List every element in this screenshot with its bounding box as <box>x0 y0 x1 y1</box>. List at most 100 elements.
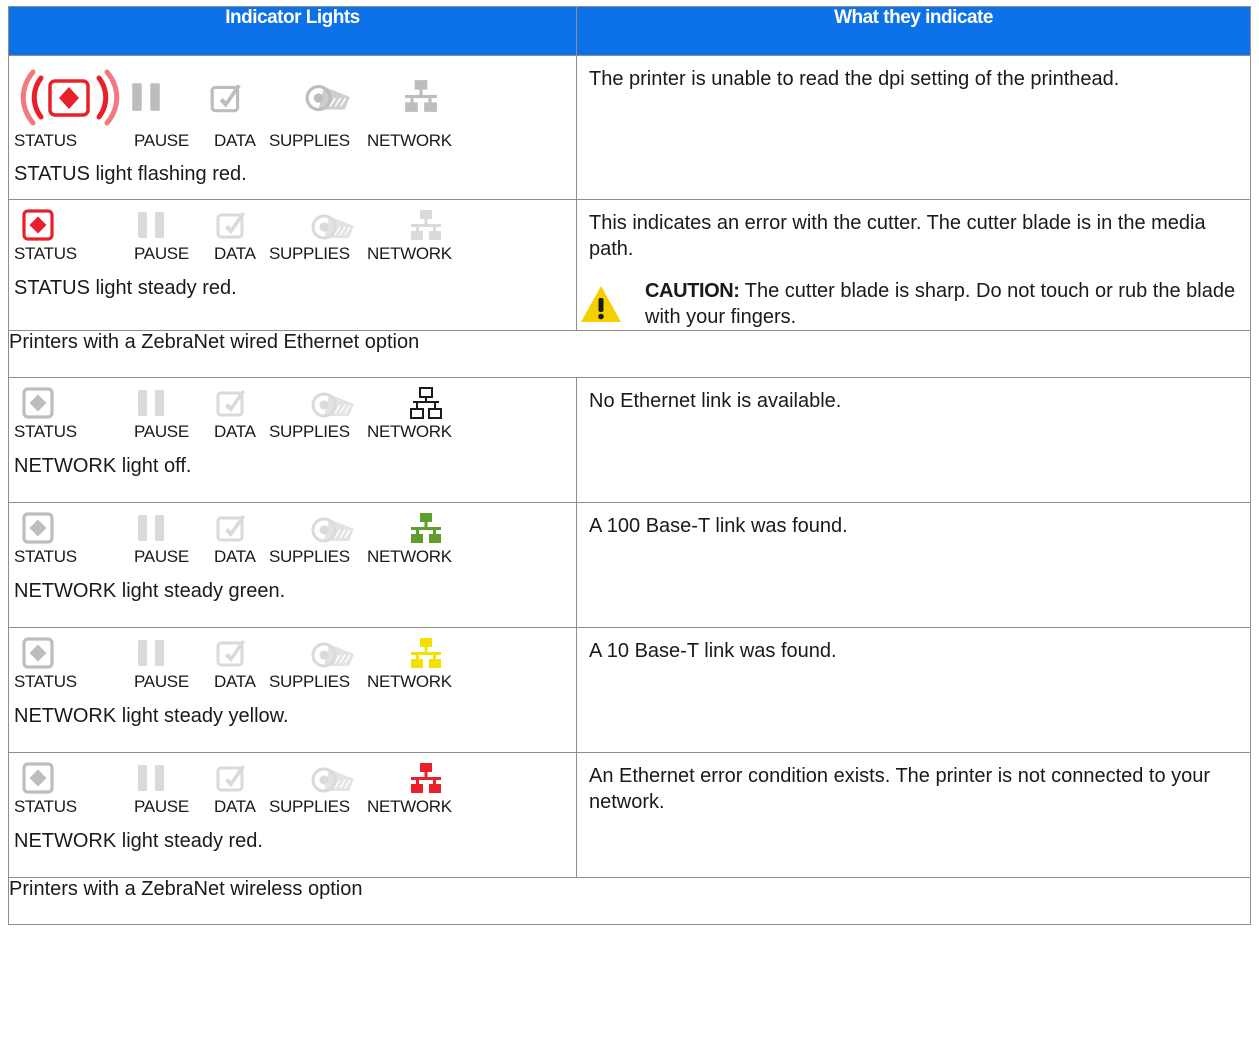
status-label: STATUS <box>14 422 77 441</box>
table-row: STATUS PAUSE DATA SUPPLIES NETWORK STATU… <box>8 55 1251 200</box>
network-label: NETWORK <box>367 244 452 263</box>
meaning-text: The printer is unable to read the dpi se… <box>589 68 1120 90</box>
table-row: STATUS PAUSE DATA SUPPLIES NETWORK STATU… <box>8 199 1251 331</box>
pause-icon <box>135 511 215 545</box>
network-label: NETWORK <box>367 422 452 441</box>
pause-icon <box>135 761 215 795</box>
indicator-cell: STATUS PAUSE DATA SUPPLIES NETWORK NETWO… <box>8 752 577 878</box>
network-label: NETWORK <box>367 131 452 150</box>
table-row: STATUS PAUSE DATA SUPPLIES NETWORK NETWO… <box>8 502 1251 628</box>
network-icon <box>409 511 443 545</box>
caution-text: CAUTION: The cutter blade is sharp. Do n… <box>645 280 1236 328</box>
meaning-cell: This indicates an error with the cutter.… <box>576 199 1251 331</box>
meaning-text: An Ethernet error condition exists. The … <box>589 765 1211 813</box>
light-description: NETWORK light steady red. <box>14 830 263 852</box>
meaning-text: A 10 Base-T link was found. <box>589 640 837 662</box>
pause-icon <box>129 66 209 129</box>
supplies-icon <box>311 386 409 420</box>
data-icon <box>215 208 311 242</box>
meaning-cell: No Ethernet link is available. <box>576 377 1251 503</box>
supplies-label: SUPPLIES <box>269 547 350 566</box>
section-heading: Printers with a ZebraNet wired Ethernet … <box>8 330 1251 378</box>
status-label: STATUS <box>14 797 77 816</box>
meaning-text: This indicates an error with the cutter.… <box>589 212 1206 260</box>
meaning-cell: An Ethernet error condition exists. The … <box>576 752 1251 878</box>
status-icon <box>15 208 135 242</box>
network-icon <box>409 208 443 242</box>
pause-icon <box>135 386 215 420</box>
indicator-lights-table: Indicator Lights What they indicate STAT… <box>8 6 1251 925</box>
status-label: STATUS <box>14 547 77 566</box>
pause-label: PAUSE <box>134 244 189 263</box>
status-label: STATUS <box>14 131 77 150</box>
pause-label: PAUSE <box>134 672 189 691</box>
section-row-wired: Printers with a ZebraNet wired Ethernet … <box>8 330 1251 378</box>
pause-icon <box>135 208 215 242</box>
network-icon <box>403 66 439 129</box>
data-icon <box>215 386 311 420</box>
table-row: STATUS PAUSE DATA SUPPLIES NETWORK NETWO… <box>8 752 1251 878</box>
indicator-cell: STATUS PAUSE DATA SUPPLIES NETWORK STATU… <box>8 55 577 200</box>
meaning-cell: The printer is unable to read the dpi se… <box>576 55 1251 200</box>
pause-label: PAUSE <box>134 422 189 441</box>
supplies-icon <box>311 761 409 795</box>
light-description: NETWORK light steady green. <box>14 580 286 602</box>
status-label: STATUS <box>14 244 77 263</box>
status-flashing-red-icon <box>15 66 129 129</box>
network-icon <box>409 386 443 420</box>
status-icon <box>15 636 135 670</box>
status-label: STATUS <box>14 672 77 691</box>
data-icon <box>215 761 311 795</box>
table-header-row: Indicator Lights What they indicate <box>8 6 1251 56</box>
indicator-cell: STATUS PAUSE DATA SUPPLIES NETWORK NETWO… <box>8 377 577 503</box>
table-row: STATUS PAUSE DATA SUPPLIES NETWORK NETWO… <box>8 627 1251 753</box>
caution-note: CAUTION: The cutter blade is sharp. Do n… <box>577 278 1250 330</box>
data-icon <box>215 636 311 670</box>
supplies-label: SUPPLIES <box>269 131 350 150</box>
network-icon <box>409 761 443 795</box>
pause-label: PAUSE <box>134 131 189 150</box>
indicator-cell: STATUS PAUSE DATA SUPPLIES NETWORK NETWO… <box>8 627 577 753</box>
pause-label: PAUSE <box>134 547 189 566</box>
data-label: DATA <box>214 422 256 441</box>
supplies-label: SUPPLIES <box>269 422 350 441</box>
pause-label: PAUSE <box>134 797 189 816</box>
data-label: DATA <box>214 672 256 691</box>
supplies-icon <box>311 636 409 670</box>
indicator-cell: STATUS PAUSE DATA SUPPLIES NETWORK NETWO… <box>8 502 577 628</box>
indicator-cell: STATUS PAUSE DATA SUPPLIES NETWORK STATU… <box>8 199 577 331</box>
light-description: STATUS light flashing red. <box>14 163 247 185</box>
light-description: NETWORK light off. <box>14 455 192 477</box>
meaning-text: A 100 Base-T link was found. <box>589 515 848 537</box>
supplies-label: SUPPLIES <box>269 244 350 263</box>
network-icon <box>409 636 443 670</box>
status-icon <box>15 761 135 795</box>
what-they-indicate-header: What they indicate <box>576 6 1251 56</box>
meaning-cell: A 100 Base-T link was found. <box>576 502 1251 628</box>
data-label: DATA <box>214 244 256 263</box>
network-label: NETWORK <box>367 672 452 691</box>
status-icon <box>15 386 135 420</box>
supplies-icon <box>311 511 409 545</box>
light-description: STATUS light steady red. <box>14 277 237 299</box>
meaning-text: No Ethernet link is available. <box>589 390 842 412</box>
supplies-label: SUPPLIES <box>269 797 350 816</box>
network-label: NETWORK <box>367 797 452 816</box>
data-label: DATA <box>214 797 256 816</box>
table-row: STATUS PAUSE DATA SUPPLIES NETWORK NETWO… <box>8 377 1251 503</box>
warning-triangle-icon <box>579 278 623 330</box>
indicator-lights-header: Indicator Lights <box>8 6 577 56</box>
data-label: DATA <box>214 547 256 566</box>
supplies-icon <box>311 208 409 242</box>
status-icon <box>15 511 135 545</box>
network-label: NETWORK <box>367 547 452 566</box>
section-row-wireless: Printers with a ZebraNet wireless option <box>8 877 1251 925</box>
pause-icon <box>135 636 215 670</box>
data-icon <box>209 66 305 129</box>
light-description: NETWORK light steady yellow. <box>14 705 289 727</box>
supplies-label: SUPPLIES <box>269 672 350 691</box>
data-icon <box>215 511 311 545</box>
data-label: DATA <box>214 131 256 150</box>
meaning-cell: A 10 Base-T link was found. <box>576 627 1251 753</box>
supplies-icon <box>305 66 403 129</box>
